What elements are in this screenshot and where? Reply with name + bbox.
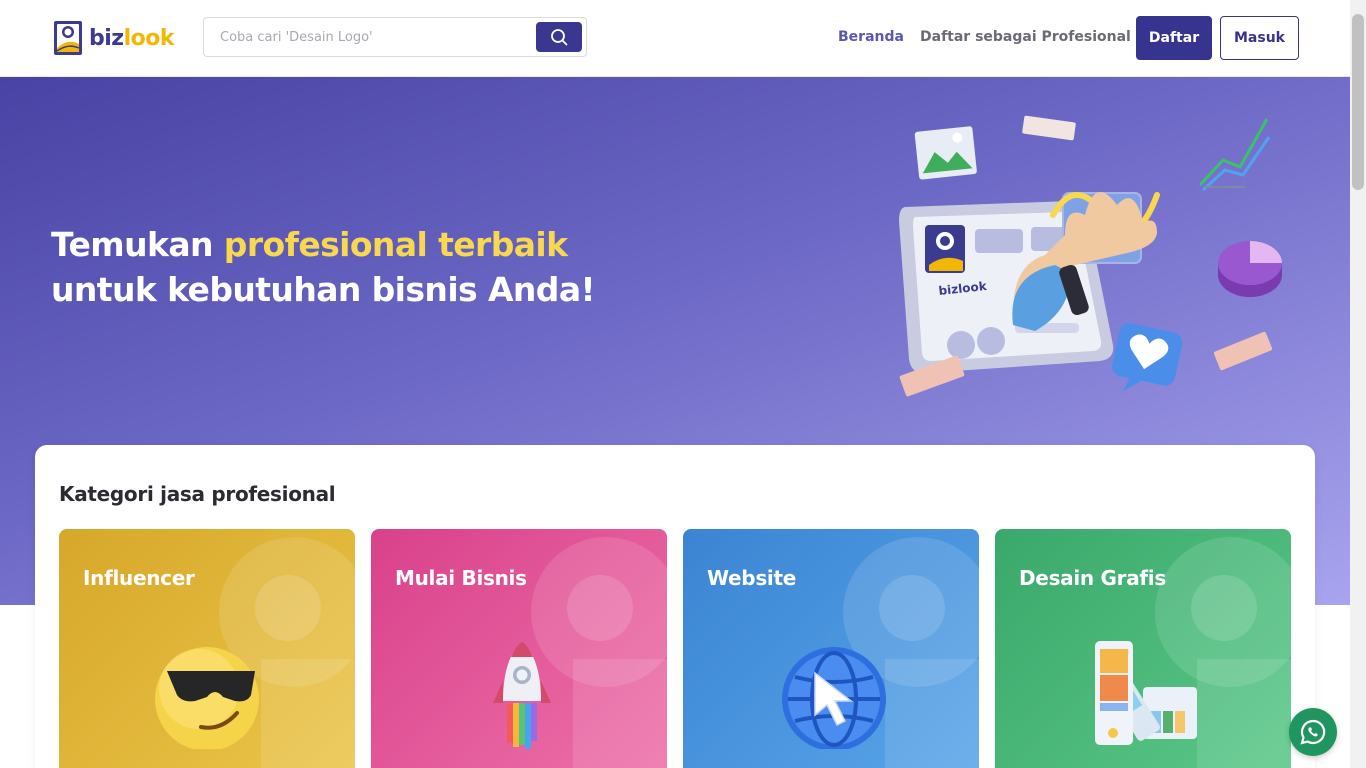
whatsapp-icon [1300,719,1326,745]
rocket-icon [493,641,551,749]
hero-title-part1: Temukan [51,225,224,264]
growth-chart-icon [1198,118,1271,192]
logo-book-icon [54,21,82,55]
category-label: Influencer [83,566,195,590]
category-label: Website [707,566,797,590]
tile-decoration [885,659,979,768]
tile-decoration [567,575,633,641]
heart-chat-icon [1112,323,1183,392]
category-desain-grafis[interactable]: Desain Grafis [995,529,1291,768]
categories-title: Kategori jasa profesional [59,482,336,506]
hero-illustration: bizlook [899,115,1282,397]
money-note-icon [1213,331,1273,371]
logo-wordmark: bizlook [89,25,175,51]
logo-part-look: look [123,25,175,51]
tile-decoration [261,659,355,768]
whatsapp-chat-button[interactable] [1289,708,1337,756]
categories-section: Kategori jasa profesional Influencer Mul… [35,445,1315,768]
category-label: Mulai Bisnis [395,566,527,590]
search-icon [551,29,568,46]
sunglasses-emoji-icon [155,647,259,749]
category-mulai-bisnis[interactable]: Mulai Bisnis [371,529,667,768]
nav-register-pro-link[interactable]: Daftar sebagai Profesional [920,29,1131,45]
category-influencer[interactable]: Influencer [59,529,355,768]
tile-decoration [879,575,945,641]
hero-title-highlight: profesional terbaik [223,225,568,264]
nav-home-link[interactable]: Beranda [838,29,904,45]
search-bar [203,17,587,57]
logo-part-biz: biz [89,25,124,51]
login-button[interactable]: Masuk [1220,16,1299,60]
search-button[interactable] [536,22,582,52]
page-scrollbar[interactable] [1350,0,1366,768]
map-card-icon [1022,115,1076,141]
category-label: Desain Grafis [1019,566,1166,590]
category-website[interactable]: Website [683,529,979,768]
hero-headline: Temukan profesional terbaik untuk kebutu… [51,222,596,312]
scrollbar-thumb[interactable] [1352,14,1364,190]
search-input[interactable] [204,18,534,56]
globe-cursor-icon [782,647,886,749]
tile-decoration [255,575,321,641]
site-header: bizlook Beranda Daftar sebagai Profesion… [0,0,1350,77]
photo-card-icon [914,126,977,180]
hero-title-line2: untuk kebutuhan bisnis Anda! [51,270,596,309]
bizlook-logo[interactable]: bizlook [52,18,175,58]
color-palette-icon [1095,641,1197,745]
register-button[interactable]: Daftar [1136,16,1212,60]
tile-decoration [1191,575,1257,641]
pie-chart-icon [1218,241,1282,297]
tile-decoration [1197,659,1291,768]
tile-decoration [573,659,667,768]
